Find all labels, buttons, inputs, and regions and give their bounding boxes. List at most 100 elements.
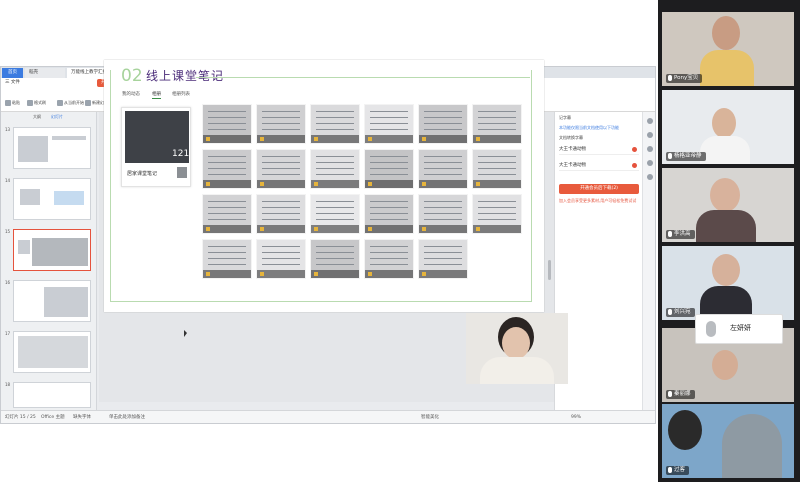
remove-icon[interactable] (632, 147, 637, 152)
tab-home[interactable]: 首页 (2, 68, 23, 78)
note-photo (418, 149, 468, 189)
microphone-icon (668, 466, 672, 473)
participant-tile[interactable]: 杨格亚帝静 (662, 90, 794, 164)
download-button[interactable]: 开通会员后下载(2) (559, 184, 639, 194)
like-icon (476, 227, 480, 231)
note-photo (364, 149, 414, 189)
slide-thumbnail[interactable] (13, 280, 91, 322)
menu-file[interactable]: 三 文件 (5, 78, 20, 88)
format-painter-button[interactable]: 格式刷 (27, 100, 46, 106)
play-from-current-button[interactable]: 从当前开始 (57, 100, 84, 106)
participant-tile[interactable]: 刘兴宛 (662, 246, 794, 320)
note-photo (202, 149, 252, 189)
remove-icon[interactable] (632, 163, 637, 168)
like-icon (260, 272, 264, 276)
microphone-icon (668, 74, 672, 81)
album-label: 居家课堂笔记 (127, 171, 158, 177)
note-photo (310, 239, 360, 279)
note-photo (364, 239, 414, 279)
note-photo (472, 149, 522, 189)
like-icon (476, 137, 480, 141)
note-photo (364, 104, 414, 144)
note-photo (256, 149, 306, 189)
side-tool-icon[interactable] (647, 160, 653, 166)
note-photo (472, 104, 522, 144)
slide-thumbnail[interactable] (13, 382, 91, 408)
side-tool-icon[interactable] (647, 118, 653, 124)
new-slide-icon (85, 100, 91, 106)
album-count: 121 (172, 149, 190, 159)
like-icon (260, 137, 264, 141)
participant-list: Pony宝贝 杨格亚帝静 李洪高 刘兴宛 秦丽娜 过客 (658, 0, 800, 482)
like-icon (422, 137, 426, 141)
side-tool-icon[interactable] (647, 132, 653, 138)
note-photo (202, 104, 252, 144)
smart-beautify-button[interactable]: 智能美化 (421, 411, 439, 423)
slide-thumbnail[interactable] (13, 127, 91, 169)
side-tool-icon[interactable] (647, 146, 653, 152)
theme-name: Office 主题 (41, 415, 65, 420)
like-icon (476, 182, 480, 186)
canvas-scrollbar[interactable] (548, 260, 551, 280)
screen-top-area (0, 0, 658, 66)
like-icon (422, 272, 426, 276)
panel-item[interactable]: 大王卡通动物 (559, 160, 639, 171)
like-icon (368, 182, 372, 186)
participant-tile[interactable]: 李洪高 (662, 168, 794, 242)
slide-number: 16 (5, 280, 11, 285)
slide-thumbnail[interactable] (13, 178, 91, 220)
panel-hint[interactable]: 本功能仅限当前文档使用以下功能 (559, 125, 619, 131)
slide-number: 18 (5, 382, 11, 387)
panel-sidebar (642, 112, 655, 410)
microphone-icon (668, 230, 672, 237)
tab-outline[interactable]: 大纲 (33, 114, 41, 120)
slide-number: 14 (5, 178, 11, 183)
missing-font-button[interactable]: 缺失字体 (73, 411, 91, 423)
side-tool-icon[interactable] (647, 174, 653, 180)
note-photo (418, 239, 468, 279)
presenter-face (502, 327, 530, 359)
presenter-video (466, 313, 568, 384)
paste-button[interactable]: 粘贴 (5, 100, 20, 106)
microphone-icon (668, 390, 672, 397)
page-indicator: 幻灯片 15 / 25 (5, 415, 36, 420)
like-icon (206, 137, 210, 141)
note-photo (310, 104, 360, 144)
like-icon (368, 227, 372, 231)
participant-name: 杨格亚帝静 (666, 152, 706, 161)
panel-section: 文档转换字幕 (559, 135, 583, 140)
note-photo (256, 239, 306, 279)
like-icon (422, 182, 426, 186)
notes-placeholder[interactable]: 单击此处添加备注 (109, 411, 145, 423)
like-icon (314, 227, 318, 231)
tab-slides[interactable]: 幻灯片 (51, 114, 63, 120)
like-icon (260, 227, 264, 231)
panel-item[interactable]: 大王卡通动物 (559, 144, 639, 155)
paste-icon (5, 100, 11, 106)
like-icon (206, 182, 210, 186)
slide-thumbnail[interactable] (13, 331, 91, 373)
participant-tile[interactable]: Pony宝贝 (662, 12, 794, 86)
current-slide[interactable]: 02 线上课堂笔记 我的动态 相册 相册列表 121 居家课堂笔记 (104, 60, 544, 312)
panel-header: 记字幕 (559, 115, 571, 120)
note-photo (364, 194, 414, 234)
slide-thumbnail-selected[interactable] (13, 229, 91, 271)
mouse-cursor-icon (184, 330, 187, 337)
avatar-placeholder-icon (706, 321, 716, 337)
zoom-level[interactable]: 99% (571, 411, 581, 423)
panel-note: 加入会员享受更多素材,用户可轻松免费试试 (559, 198, 637, 203)
tab-docer[interactable]: 稻壳 (25, 68, 65, 78)
participant-name: 刘兴宛 (666, 308, 695, 317)
participant-tile[interactable]: 过客 (662, 404, 794, 478)
title-divider (196, 77, 530, 78)
note-photo (310, 194, 360, 234)
note-photo (418, 104, 468, 144)
note-photo (472, 194, 522, 234)
slide-number: 17 (5, 331, 11, 336)
note-photo (256, 104, 306, 144)
presenter-body (480, 357, 554, 384)
participant-name: 左妍妍 (730, 324, 751, 332)
like-icon (368, 272, 372, 276)
like-icon (314, 272, 318, 276)
note-photo (256, 194, 306, 234)
